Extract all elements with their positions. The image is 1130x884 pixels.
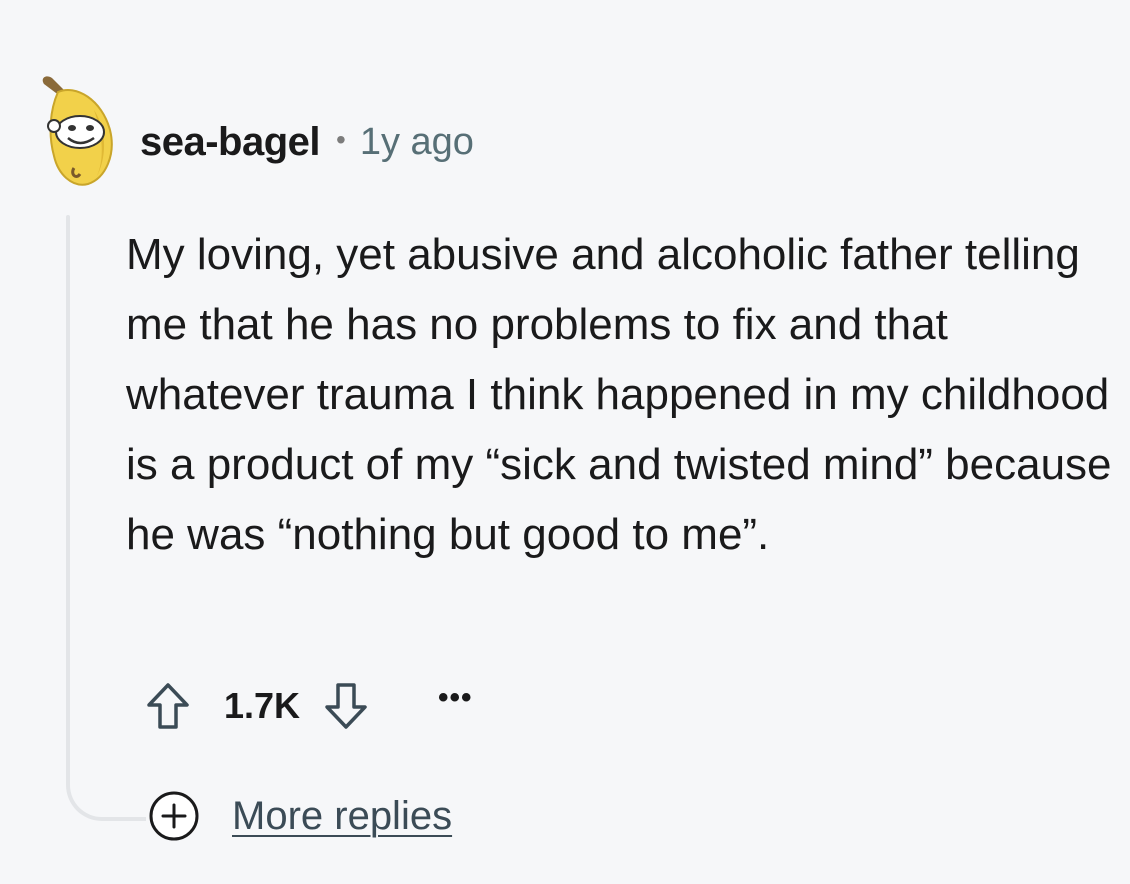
upvote-button[interactable] bbox=[140, 676, 196, 736]
overflow-menu-button[interactable]: ••• bbox=[438, 681, 473, 715]
comment-actions: 1.7K ••• bbox=[140, 676, 473, 736]
avatar[interactable] bbox=[36, 70, 122, 188]
username[interactable]: sea-bagel bbox=[140, 120, 321, 165]
plus-circle-icon bbox=[149, 791, 199, 841]
banana-snoo-avatar-icon bbox=[42, 76, 113, 186]
vote-score: 1.7K bbox=[224, 685, 301, 726]
downvote-arrow-icon bbox=[325, 683, 367, 729]
meta-separator: • bbox=[336, 124, 346, 155]
downvote-button[interactable] bbox=[318, 676, 374, 736]
comment-thread: sea-bagel • 1y ago My loving, yet abusiv… bbox=[0, 0, 1130, 884]
timestamp[interactable]: 1y ago bbox=[360, 121, 474, 164]
comment-header: sea-bagel • 1y ago bbox=[140, 116, 474, 168]
thread-line[interactable] bbox=[66, 215, 70, 775]
more-replies-button[interactable]: More replies bbox=[148, 790, 452, 842]
upvote-arrow-icon bbox=[147, 683, 189, 729]
comment-body: My loving, yet abusive and alcoholic fat… bbox=[126, 230, 1112, 559]
thread-line-curve bbox=[66, 745, 146, 821]
more-replies-label[interactable]: More replies bbox=[232, 794, 452, 839]
